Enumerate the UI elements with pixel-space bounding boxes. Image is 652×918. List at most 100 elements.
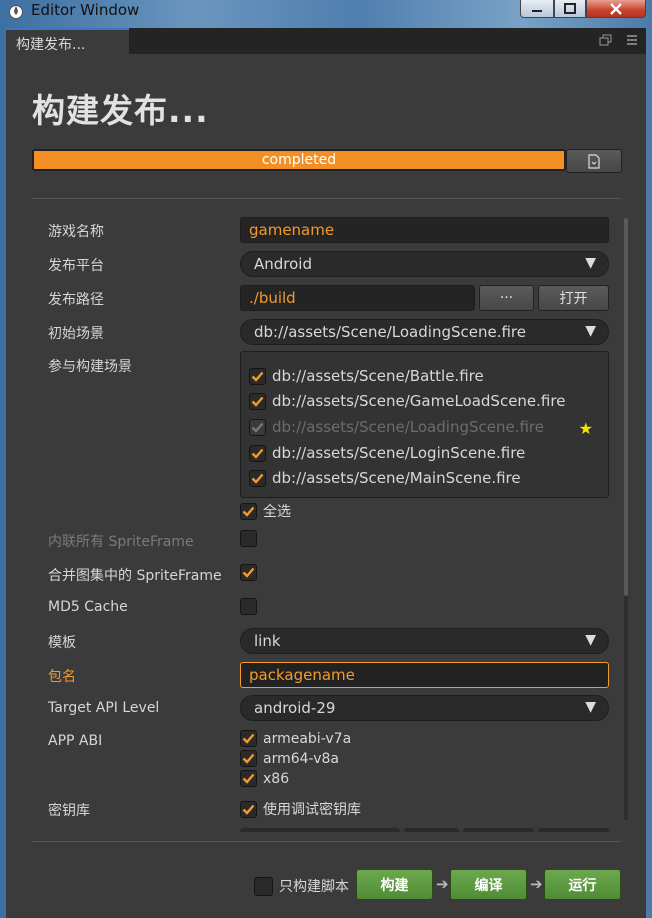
dropdown-arrow-icon: ▼: [585, 632, 596, 648]
checkmark-icon: [242, 567, 255, 578]
list-item[interactable]: db://assets/Scene/MainScene.fire: [249, 468, 521, 488]
checkbox[interactable]: [240, 502, 257, 520]
api-level-label: Target API Level: [48, 700, 160, 716]
script-only-checkbox[interactable]: 只构建脚本: [254, 876, 349, 896]
checkbox[interactable]: [240, 598, 257, 615]
checkbox[interactable]: [240, 750, 257, 767]
build-path-label: 发布路径: [48, 292, 104, 308]
checkmark-icon: [242, 753, 255, 764]
menu-icon[interactable]: [626, 34, 638, 46]
compile-button[interactable]: 编译: [450, 869, 527, 900]
template-select[interactable]: link ▼: [240, 628, 609, 654]
checkmark-icon: [242, 506, 255, 517]
scene-path: db://assets/Scene/LoadingScene.fire: [272, 418, 544, 436]
checkmark-icon: [251, 396, 264, 407]
platform-select[interactable]: Android ▼: [240, 251, 609, 277]
api-level-value: android-29: [254, 699, 336, 717]
checkbox[interactable]: [249, 469, 266, 487]
checkbox[interactable]: [249, 444, 266, 462]
minimize-icon: [532, 9, 542, 12]
minimize-button[interactable]: [520, 0, 554, 18]
game-name-field[interactable]: gamename: [240, 217, 609, 243]
abi-label: arm64-v8a: [263, 750, 339, 767]
checkmark-icon: [251, 371, 264, 382]
maximize-icon: [564, 3, 576, 14]
checkbox[interactable]: [249, 392, 266, 410]
debug-keystore-checkbox[interactable]: 使用调试密钥库: [240, 799, 361, 819]
list-item[interactable]: db://assets/Scene/GameLoadScene.fire: [249, 391, 565, 411]
game-name-label: 游戏名称: [48, 224, 104, 240]
abi-option-arm64-v8a[interactable]: arm64-v8a: [240, 750, 339, 767]
checkbox[interactable]: [254, 876, 273, 896]
open-log-button[interactable]: [566, 149, 622, 173]
star-icon: ★: [578, 419, 593, 438]
partial-field: [538, 828, 609, 832]
divider: [32, 198, 621, 199]
package-name-label: 包名: [48, 669, 76, 685]
build-path-field[interactable]: ./build: [240, 285, 475, 311]
script-only-label: 只构建脚本: [279, 879, 349, 895]
scene-path: db://assets/Scene/GameLoadScene.fire: [272, 392, 566, 410]
inline-spriteframes-checkbox[interactable]: [240, 530, 263, 547]
list-item: db://assets/Scene/LoadingScene.fire ★: [249, 417, 601, 438]
abi-label: x86: [263, 770, 290, 787]
checkmark-icon: [251, 422, 264, 433]
checkmark-icon: [242, 804, 255, 815]
window-title: Editor Window: [31, 1, 140, 19]
merge-spriteframes-checkbox[interactable]: [240, 564, 263, 581]
md5-cache-checkbox[interactable]: [240, 598, 263, 615]
checkbox[interactable]: [249, 367, 266, 385]
select-all-checkbox[interactable]: 全选: [240, 501, 291, 521]
abi-option-armeabi-v7a[interactable]: armeabi-v7a: [240, 730, 351, 747]
md5-cache-label: MD5 Cache: [48, 599, 128, 615]
scene-path: db://assets/Scene/Battle.fire: [272, 367, 484, 385]
checkbox[interactable]: [240, 564, 257, 581]
checkbox[interactable]: [240, 770, 257, 787]
build-scenes-label: 参与构建场景: [48, 359, 132, 375]
close-icon: [610, 2, 622, 15]
build-scenes-list: db://assets/Scene/Battle.fire db://asset…: [240, 351, 609, 498]
run-button[interactable]: 运行: [544, 869, 621, 900]
browse-path-button[interactable]: ···: [479, 285, 534, 311]
scene-path: db://assets/Scene/MainScene.fire: [272, 469, 521, 487]
abi-label: armeabi-v7a: [263, 730, 352, 747]
build-button[interactable]: 构建: [356, 869, 433, 900]
build-progress-bar: completed: [32, 149, 566, 171]
template-label: 模板: [48, 635, 76, 651]
app-abi-label: APP ABI: [48, 733, 103, 749]
scrollbar-thumb[interactable]: [624, 218, 628, 596]
platform-label: 发布平台: [48, 258, 104, 274]
checkbox[interactable]: [240, 530, 257, 547]
checkmark-icon: [242, 773, 255, 784]
inline-spriteframes-label: 内联所有 SpriteFrame: [48, 534, 194, 550]
log-file-icon: [588, 153, 600, 169]
progress-text: completed: [261, 152, 337, 168]
keystore-label: 密钥库: [48, 803, 90, 819]
restore-window-icon[interactable]: [599, 34, 612, 46]
checkbox-disabled: [249, 418, 266, 436]
template-value: link: [254, 632, 281, 650]
checkmark-icon: [242, 733, 255, 744]
maximize-button[interactable]: [554, 0, 586, 18]
checkbox[interactable]: [240, 730, 257, 747]
package-name-field[interactable]: packagename: [240, 662, 609, 688]
start-scene-value: db://assets/Scene/LoadingScene.fire: [254, 323, 526, 341]
tab-bar: 构建发布...: [6, 28, 646, 54]
arrow-right-icon: ➔: [436, 875, 449, 893]
open-path-button[interactable]: 打开: [538, 285, 609, 311]
partial-field: [240, 828, 400, 832]
api-level-select[interactable]: android-29 ▼: [240, 695, 609, 721]
checkbox[interactable]: [240, 800, 257, 818]
abi-option-x86[interactable]: x86: [240, 770, 289, 787]
page-title: 构建发布...: [32, 91, 209, 130]
list-item[interactable]: db://assets/Scene/Battle.fire: [249, 366, 484, 386]
checkmark-icon: [251, 448, 264, 459]
start-scene-select[interactable]: db://assets/Scene/LoadingScene.fire ▼: [240, 319, 609, 345]
scene-path: db://assets/Scene/LoginScene.fire: [272, 444, 526, 462]
partial-field: [404, 828, 459, 832]
arrow-right-icon: ➔: [530, 875, 543, 893]
tab-build-publish[interactable]: 构建发布...: [6, 28, 129, 54]
merge-spriteframes-label: 合并图集中的 SpriteFrame: [48, 568, 222, 584]
close-button[interactable]: [586, 0, 646, 18]
list-item[interactable]: db://assets/Scene/LoginScene.fire: [249, 443, 525, 463]
